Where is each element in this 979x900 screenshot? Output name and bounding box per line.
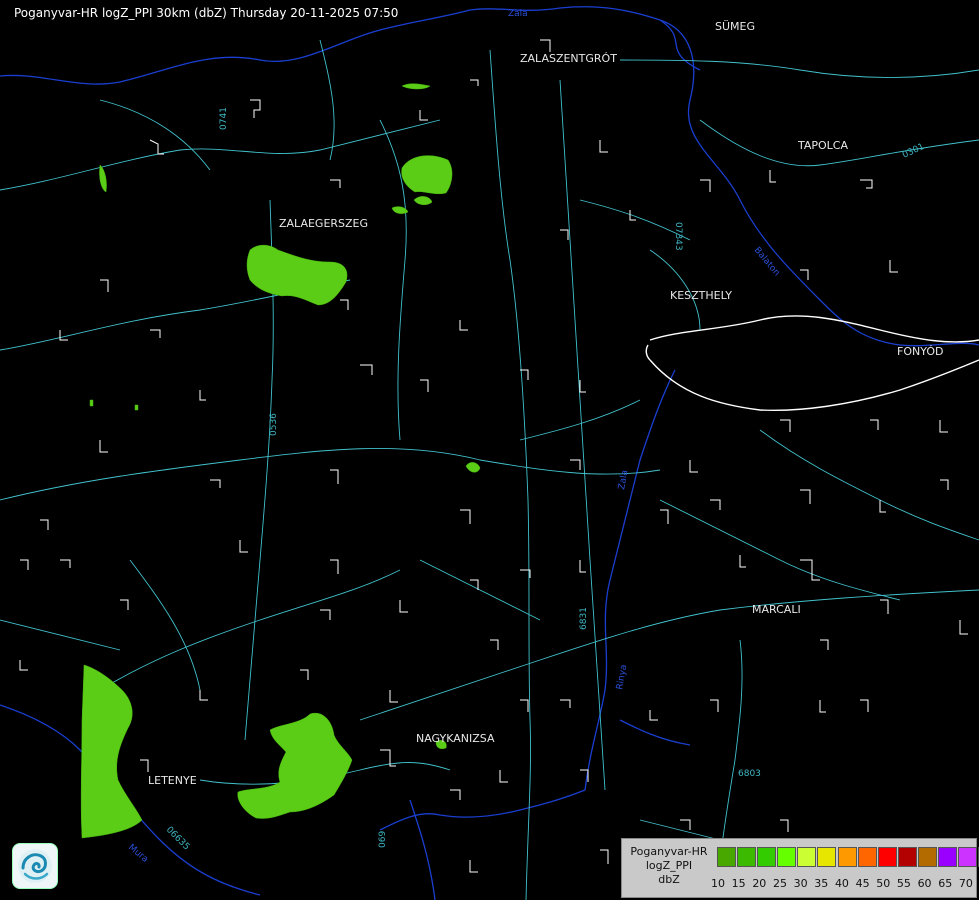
legend-swatch [877, 847, 897, 867]
city-label-sumeg: SÜMEG [715, 20, 755, 33]
legend-title: Poganyvar-HR logZ_PPI dbZ [624, 845, 714, 887]
settlements [19, 39, 968, 873]
river-label: Balaton [752, 246, 782, 279]
legend-swatch [817, 847, 837, 867]
legend-swatch [717, 847, 736, 867]
river-label: Mura [126, 843, 150, 865]
city-label-keszthely: KESZTHELY [670, 289, 733, 302]
legend-tick: 45 [855, 877, 870, 890]
road-label: 0536 [269, 413, 279, 436]
road-label: 069 [378, 831, 388, 848]
legend-tick: 15 [731, 877, 746, 890]
legend-swatch [797, 847, 817, 867]
legend-tick: 70 [958, 877, 973, 890]
legend-tick: 35 [814, 877, 829, 890]
legend-line-radar: Poganyvar-HR [630, 845, 708, 858]
legend-tick: 30 [793, 877, 808, 890]
legend-tick: 40 [834, 877, 849, 890]
lake-balaton [645, 315, 979, 412]
legend-swatch [917, 847, 937, 867]
city-label-marcali: MARCALI [752, 603, 801, 616]
radar-map: 0741 07343 0301 0536 6831 6803 06635 069… [0, 6, 979, 900]
city-label-zalaszentgrot: ZALASZENTGRÓT [520, 52, 617, 65]
legend-tick: 60 [917, 877, 932, 890]
roads [0, 39, 979, 900]
legend-tick: 50 [876, 877, 891, 890]
legend-swatch [857, 847, 877, 867]
legend-tick: 25 [772, 877, 787, 890]
legend-swatch [958, 847, 978, 867]
road-label: 07343 [673, 222, 683, 251]
road-label: 0741 [219, 107, 229, 130]
city-label-nagykanizsa: NAGYKANIZSA [416, 732, 495, 745]
river-label: Zala [617, 469, 630, 490]
legend-tick: 10 [711, 877, 725, 890]
river-label: Rinya [615, 664, 629, 691]
legend-swatch [737, 847, 757, 867]
legend-swatch [757, 847, 777, 867]
weather-service-logo-icon [12, 843, 58, 889]
legend-swatch [897, 847, 917, 867]
road-label: 6831 [579, 607, 589, 630]
legend-tick: 65 [938, 877, 953, 890]
city-label-zalaegerszeg: ZALAEGERSZEG [279, 217, 369, 230]
dbz-legend: Poganyvar-HR logZ_PPI dbZ 10 15 20 25 30 35 40… [621, 838, 979, 898]
city-label-fonyod: FONYÓD [897, 345, 944, 358]
legend-swatch [837, 847, 857, 867]
road-label: 0301 [901, 142, 926, 161]
legend-swatches [717, 847, 979, 867]
legend-line-unit: dbZ [658, 873, 680, 886]
road-label: 6803 [738, 769, 761, 779]
legend-tick: 20 [752, 877, 767, 890]
city-label-letenye: LETENYE [148, 774, 197, 787]
legend-swatch [777, 847, 797, 867]
legend-swatch [938, 847, 958, 867]
radar-echoes [80, 83, 481, 839]
legend-line-product: logZ_PPI [645, 859, 693, 872]
river-label: Zala [508, 9, 528, 19]
city-label-tapolca: TAPOLCA [798, 139, 849, 152]
radar-title: Poganyvar-HR logZ_PPI 30km (dbZ) Thursda… [14, 6, 399, 20]
legend-tick: 55 [896, 877, 911, 890]
legend-ticks: 10 15 20 25 30 35 40 45 50 55 60 65 70 [711, 877, 973, 890]
